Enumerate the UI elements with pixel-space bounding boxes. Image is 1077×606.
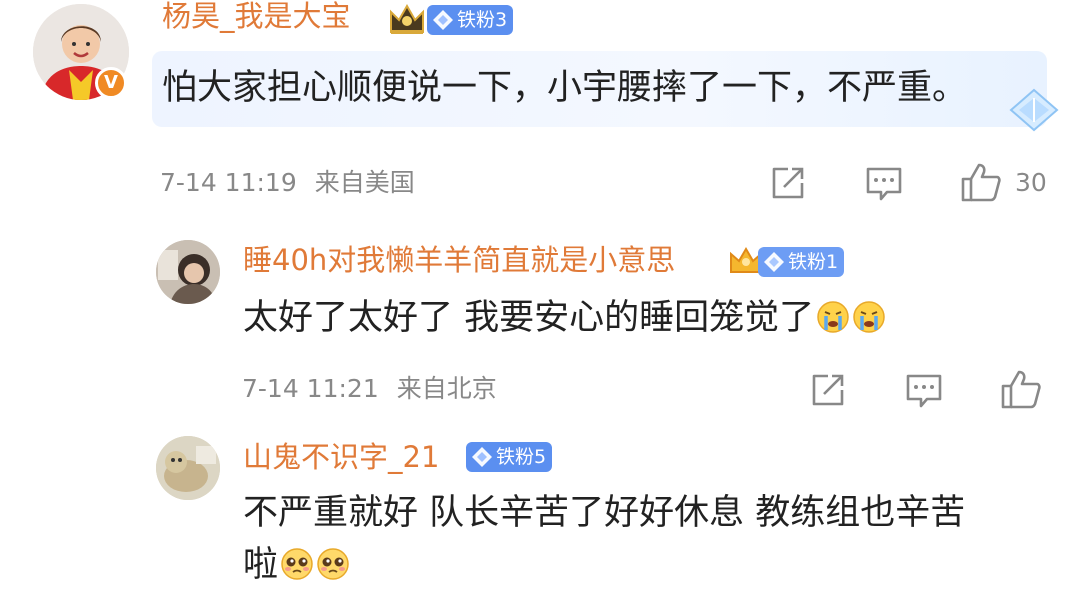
comment-icon[interactable] [865, 165, 903, 203]
level-badge: 铁粉5 [466, 442, 553, 472]
comment-icon[interactable] [905, 372, 943, 410]
crying-emoji [817, 301, 849, 333]
crying-emoji [853, 301, 885, 333]
level-badge-label: 铁粉1 [788, 251, 839, 273]
comment-text-content: 啦 [243, 545, 279, 585]
comment-text: 怕大家担心顺便说一下，小宇腰摔了一下，不严重。 [162, 68, 968, 108]
level-badge-label: 铁粉5 [496, 446, 547, 468]
crown-icon [390, 3, 424, 34]
pleading-emoji [317, 548, 349, 580]
pleading-emoji [281, 548, 313, 580]
location: 来自北京 [396, 374, 497, 403]
username[interactable]: 山鬼不识字_21 [243, 439, 439, 475]
like-icon[interactable] [960, 162, 1002, 202]
share-icon[interactable] [810, 372, 846, 408]
location: 来自美国 [314, 168, 415, 197]
verified-badge: V [95, 67, 127, 99]
comment-meta: 7-14 11:21 来自北京 [242, 374, 497, 404]
like-count: 30 [1015, 168, 1047, 197]
level-badge: 铁粉3 [427, 5, 514, 35]
diamond-icon [764, 252, 784, 272]
comment-thread: V 杨昊_我是大宝 铁粉3 怕大家担心顺便说一下，小宇腰摔了一下，不严重。 7-… [0, 0, 1077, 606]
username[interactable]: 睡40h对我懒羊羊简直就是小意思 [243, 242, 675, 278]
timestamp: 7-14 11:21 [242, 374, 379, 403]
username[interactable]: 杨昊_我是大宝 [162, 0, 351, 34]
like-icon[interactable] [1000, 369, 1042, 409]
avatar[interactable] [156, 436, 220, 500]
diamond-icon [472, 447, 492, 467]
diamond-icon [433, 10, 453, 30]
comment-meta: 7-14 11:19 来自美国 [160, 168, 415, 198]
share-icon[interactable] [770, 165, 806, 201]
comment-text-content: 太好了太好了 我要安心的睡回笼觉了 [243, 298, 815, 338]
diamond-sticker-icon [1009, 88, 1059, 132]
comment-text: 太好了太好了 我要安心的睡回笼觉了 [243, 296, 886, 340]
comment-text-line2: 啦 [243, 543, 350, 587]
avatar[interactable] [156, 240, 220, 304]
timestamp: 7-14 11:19 [160, 168, 297, 197]
level-badge-label: 铁粉3 [457, 9, 508, 31]
comment-text: 不严重就好 队长辛苦了好好休息 教练组也辛苦 [243, 493, 966, 533]
level-badge: 铁粉1 [758, 247, 845, 277]
